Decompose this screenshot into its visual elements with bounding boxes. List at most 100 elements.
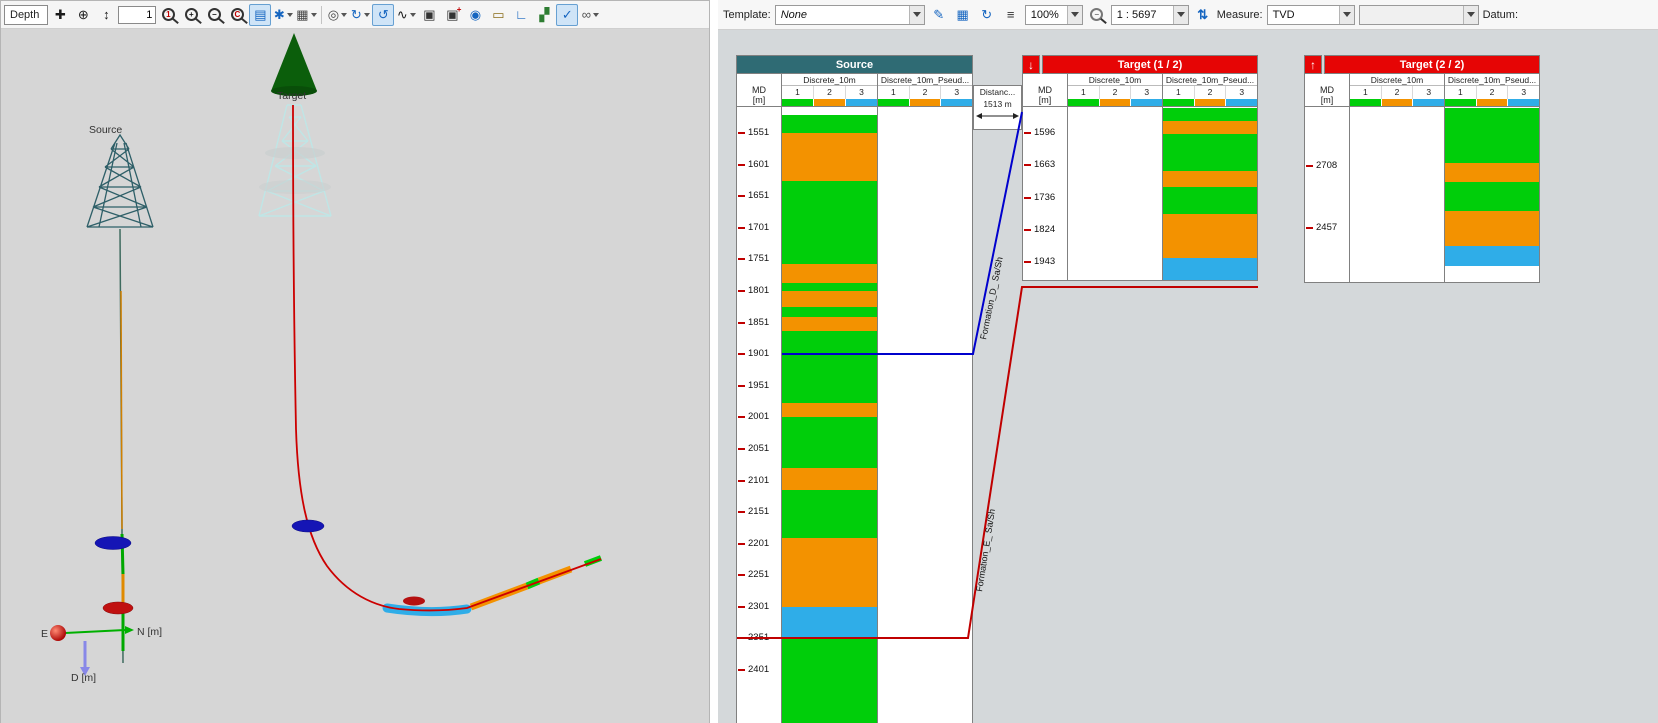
toolbar-separator <box>321 6 322 24</box>
target1-track-header[interactable]: ↓ Target (1 / 2) <box>1022 55 1258 74</box>
vertical-exaggeration-icon[interactable]: ↕ <box>95 4 117 26</box>
legend-strip <box>782 99 877 106</box>
chevron-down-icon[interactable] <box>1339 6 1354 24</box>
subcol-number: 1 <box>878 86 909 99</box>
snapshot-icon[interactable]: ▣+ <box>441 4 463 26</box>
visibility-icon[interactable]: ◎ <box>326 4 348 26</box>
compass-icon[interactable]: ✱ <box>272 4 294 26</box>
zoom-select[interactable]: 100% <box>1025 5 1083 25</box>
source-discrete-log[interactable] <box>782 107 878 723</box>
3d-viewport[interactable]: Target Source <box>1 29 709 723</box>
depth-mode-button[interactable]: Depth <box>4 5 48 25</box>
legend-strip <box>878 99 972 106</box>
target-blue-marker-disk[interactable] <box>292 520 324 532</box>
zoom-preset-icon[interactable]: − <box>1087 5 1107 25</box>
flip-order-icon[interactable]: ⇅ <box>1193 5 1213 25</box>
subcol-number: 1 <box>1068 86 1099 99</box>
pseudo-column-header[interactable]: Discrete_10m_Pseud... 1 2 3 <box>1163 74 1258 107</box>
target2-track: ↑ Target (2 / 2) MD [m] Discrete_10m 1 2… <box>1304 55 1540 283</box>
discrete-column-header[interactable]: Discrete_10m 1 2 3 <box>1068 74 1163 107</box>
check-view-icon[interactable]: ✓ <box>556 4 578 26</box>
well-section-panel: Template: None ✎ ▦ ↻ ≡ 100% − 1 : 5697 ⇅… <box>718 0 1658 723</box>
chevron-down-icon[interactable] <box>593 13 599 17</box>
save-icon[interactable]: ▦ <box>953 5 973 25</box>
chevron-down-icon[interactable] <box>287 13 293 17</box>
source-depth-ruler: 1551160116511701175118011851190119512001… <box>736 107 782 723</box>
rotate-lock-icon[interactable]: ↺ <box>372 4 394 26</box>
target1-pseudo-log[interactable] <box>1163 107 1258 281</box>
pseudo-column-header[interactable]: Discrete_10m_Pseud... 1 2 3 <box>1445 74 1540 107</box>
template-label: Template: <box>723 9 771 21</box>
corner-plot-icon[interactable]: ∟ <box>510 4 532 26</box>
zoom-out-icon[interactable]: − <box>203 4 225 26</box>
subcol-number: 2 <box>1476 86 1508 99</box>
chevron-down-icon[interactable] <box>1173 6 1188 24</box>
zoom-redo-icon[interactable]: C <box>226 4 248 26</box>
source-track-header[interactable]: Source <box>736 55 973 74</box>
distance-arrow-icon <box>975 110 1020 122</box>
target2-track-header[interactable]: ↑ Target (2 / 2) <box>1304 55 1540 74</box>
source-red-marker-disk[interactable] <box>103 602 133 614</box>
zoom-in-icon[interactable]: + <box>180 4 202 26</box>
zoom-actual-icon[interactable]: 1 <box>157 4 179 26</box>
target2-discrete-log[interactable] <box>1350 107 1445 283</box>
view-pane-icon[interactable]: ▤ <box>249 4 271 26</box>
chart-icon[interactable]: ▞ <box>533 4 555 26</box>
template-select[interactable]: None <box>775 5 925 25</box>
lithology-block-green <box>782 181 877 264</box>
refresh-icon[interactable]: ↻ <box>977 5 997 25</box>
depth-tick: 1551 <box>738 128 769 138</box>
depth-tick: 2251 <box>738 570 769 580</box>
chevron-down-icon[interactable] <box>364 13 370 17</box>
chevron-down-icon[interactable] <box>341 13 347 17</box>
vertical-scale-input[interactable] <box>118 6 156 24</box>
edit-template-icon[interactable]: ✎ <box>929 5 949 25</box>
recenter-icon[interactable]: ⊕ <box>72 4 94 26</box>
chevron-down-icon[interactable] <box>909 6 924 24</box>
list-icon[interactable]: ≡ <box>1001 5 1021 25</box>
source-blue-marker-disk[interactable] <box>95 537 131 550</box>
location-pin-icon[interactable]: ◉ <box>464 4 486 26</box>
source-pseudo-log[interactable] <box>878 107 973 723</box>
measure-select[interactable]: TVD <box>1267 5 1355 25</box>
chevron-down-icon[interactable] <box>1067 6 1082 24</box>
distance-value: 1513 m <box>974 98 1021 110</box>
distance-column: Distanc... 1513 m <box>973 85 1022 130</box>
depth-tick: 1951 <box>738 381 769 391</box>
legend-strip <box>1068 99 1162 106</box>
target2-pseudo-log[interactable] <box>1445 107 1540 283</box>
depth-tick: 1751 <box>738 254 769 264</box>
discrete-column-header[interactable]: Discrete_10m 1 2 3 <box>782 74 878 107</box>
depth-tick: 1943 <box>1024 257 1055 267</box>
lithology-block-orange <box>782 468 877 490</box>
discrete-column-header[interactable]: Discrete_10m 1 2 3 <box>1350 74 1445 107</box>
depth-tick: 1651 <box>738 191 769 201</box>
application-window: Depth✚⊕↕1+−C▤✱▦◎↻↺∿▣▣+◉▭∟▞✓∞ Target <box>0 0 1658 723</box>
subcol-number: 1 <box>1445 86 1476 99</box>
window-tile-icon[interactable]: ▦ <box>295 4 317 26</box>
rotate-view-icon[interactable]: ↻ <box>349 4 371 26</box>
lithology-block-orange <box>782 538 877 607</box>
lithology-block-green <box>782 490 877 538</box>
scale-select[interactable]: 1 : 5697 <box>1111 5 1189 25</box>
pan-icon[interactable]: ✚ <box>49 4 71 26</box>
subcol-number: 1 <box>782 86 813 99</box>
link-icon[interactable]: ∞ <box>579 4 601 26</box>
pseudo-column-header[interactable]: Discrete_10m_Pseud... 1 2 3 <box>878 74 973 107</box>
camera-icon[interactable]: ▣ <box>418 4 440 26</box>
target-red-marker-disk[interactable] <box>403 597 425 606</box>
chevron-down-icon[interactable] <box>311 13 317 17</box>
chevron-down-icon[interactable] <box>410 13 416 17</box>
correlation-area: Source MD [m] Discrete_10m 1 2 3 <box>718 30 1658 723</box>
target1-discrete-log[interactable] <box>1068 107 1163 281</box>
profile-icon[interactable]: ∿ <box>395 4 417 26</box>
ruler-icon[interactable]: ▭ <box>487 4 509 26</box>
subcol-number: 3 <box>940 86 972 99</box>
subcol-number: 3 <box>845 86 877 99</box>
lithology-block-orange <box>782 317 877 331</box>
chevron-down-icon <box>1463 6 1478 24</box>
subcol-number: 2 <box>813 86 845 99</box>
subcol-number: 3 <box>1225 86 1257 99</box>
target2-depth-ruler: 27082457 <box>1304 107 1350 283</box>
legend-strip <box>1445 99 1539 106</box>
